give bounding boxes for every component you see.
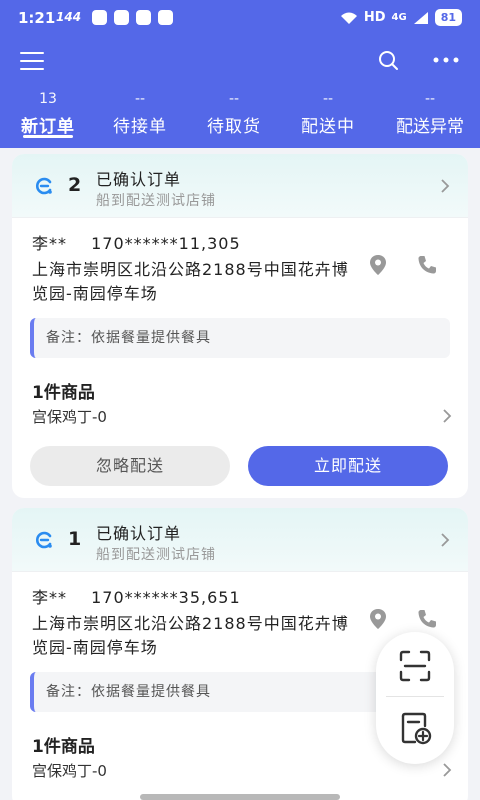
order-number: 1 [68, 528, 82, 550]
customer-name: 李** [32, 234, 68, 253]
scan-icon[interactable] [397, 648, 433, 684]
menu-icon[interactable] [20, 52, 44, 72]
order-number: 2 [68, 174, 82, 196]
chevron-right-icon [443, 763, 452, 777]
floating-action-panel [376, 632, 454, 764]
add-order-icon[interactable] [397, 710, 433, 746]
message-notification-icon [136, 10, 151, 25]
order-tabs: 13 新订单 -- 待接单 -- 待取货 -- 配送中 -- 配送异常 [0, 86, 480, 148]
wifi-icon [340, 12, 357, 24]
store-name: 船到配送测试店铺 [96, 193, 216, 209]
tab-pending-accept[interactable]: -- 待接单 [92, 86, 188, 148]
item-row[interactable]: 宫保鸡丁-0 [32, 760, 452, 781]
tab-count: -- [228, 91, 240, 107]
order-card-header[interactable]: 1 已确认订单 船到配送测试店铺 [12, 508, 468, 572]
order-remark: 备注：依据餐量提供餐具 [30, 318, 450, 358]
status-bar: 1:21 144 HD 4G 81 [0, 0, 480, 38]
status-right: HD 4G 81 [340, 9, 462, 26]
tab-label: 配送异常 [396, 117, 464, 137]
customer-info: 李** 170******11,305 [32, 230, 241, 254]
home-indicator[interactable] [140, 794, 340, 800]
delivery-address: 上海市崇明区北沿公路2188号中国花卉博览园-南园停车场 [32, 614, 349, 657]
chevron-right-icon [443, 409, 452, 423]
tab-label: 待取货 [207, 117, 261, 137]
tab-count: -- [322, 91, 334, 107]
tab-delivery-exception[interactable]: -- 配送异常 [380, 86, 480, 148]
tab-pending-pickup[interactable]: -- 待取货 [186, 86, 282, 148]
tab-new-orders[interactable]: 13 新订单 [0, 86, 96, 148]
items-count: 1件商品 [32, 737, 95, 757]
order-card[interactable]: 2 已确认订单 船到配送测试店铺 李** 170******11,305 上海市… [12, 154, 468, 498]
status-time: 1:21 [18, 9, 56, 27]
eleme-platform-icon [36, 531, 52, 549]
active-tab-indicator [23, 135, 73, 138]
battery-level: 81 [434, 9, 462, 26]
signal-icon [413, 11, 428, 24]
phone-call-icon[interactable] [416, 608, 438, 630]
customer-name: 李** [32, 588, 68, 607]
deliver-now-button[interactable]: 立即配送 [248, 446, 448, 486]
toolbar [0, 40, 480, 84]
tab-count: -- [424, 91, 436, 107]
more-icon[interactable] [432, 56, 460, 64]
tab-label: 配送中 [301, 117, 355, 137]
store-name: 船到配送测试店铺 [96, 547, 216, 563]
app-notification-icon [92, 10, 107, 25]
customer-phone: 170******35,651 [91, 588, 241, 607]
item-name: 宫保鸡丁-0 [32, 762, 107, 780]
customer-phone: 170******11,305 [91, 234, 241, 253]
location-pin-icon[interactable] [368, 608, 388, 630]
tab-label: 新订单 [21, 117, 75, 137]
search-icon[interactable] [376, 48, 400, 72]
order-status: 已确认订单 [96, 170, 182, 189]
signal-type: 4G [391, 12, 407, 23]
network-type: HD [363, 10, 386, 25]
item-row[interactable]: 宫保鸡丁-0 [32, 406, 452, 427]
delivery-address: 上海市崇明区北沿公路2188号中国花卉博览园-南园停车场 [32, 260, 349, 303]
customer-info: 李** 170******35,651 [32, 584, 241, 608]
chevron-right-icon[interactable] [440, 532, 450, 548]
alipay-notification-icon [158, 10, 173, 25]
order-status: 已确认订单 [96, 524, 182, 543]
tab-count: -- [134, 91, 146, 107]
chevron-right-icon[interactable] [440, 178, 450, 194]
fab-divider [386, 696, 444, 697]
item-name: 宫保鸡丁-0 [32, 408, 107, 426]
chat-notification-icon [114, 10, 129, 25]
app-header: 1:21 144 HD 4G 81 13 新订单 -- 待接单 -- 待取货 -… [0, 0, 480, 148]
phone-call-icon[interactable] [416, 254, 438, 276]
eleme-platform-icon [36, 177, 52, 195]
tab-count: 13 [39, 91, 57, 107]
network-speed: 144 [56, 10, 82, 24]
tab-delivering[interactable]: -- 配送中 [280, 86, 376, 148]
order-card-header[interactable]: 2 已确认订单 船到配送测试店铺 [12, 154, 468, 218]
ignore-delivery-button[interactable]: 忽略配送 [30, 446, 230, 486]
location-pin-icon[interactable] [368, 254, 388, 276]
tab-label: 待接单 [113, 117, 167, 137]
items-count: 1件商品 [32, 383, 95, 403]
